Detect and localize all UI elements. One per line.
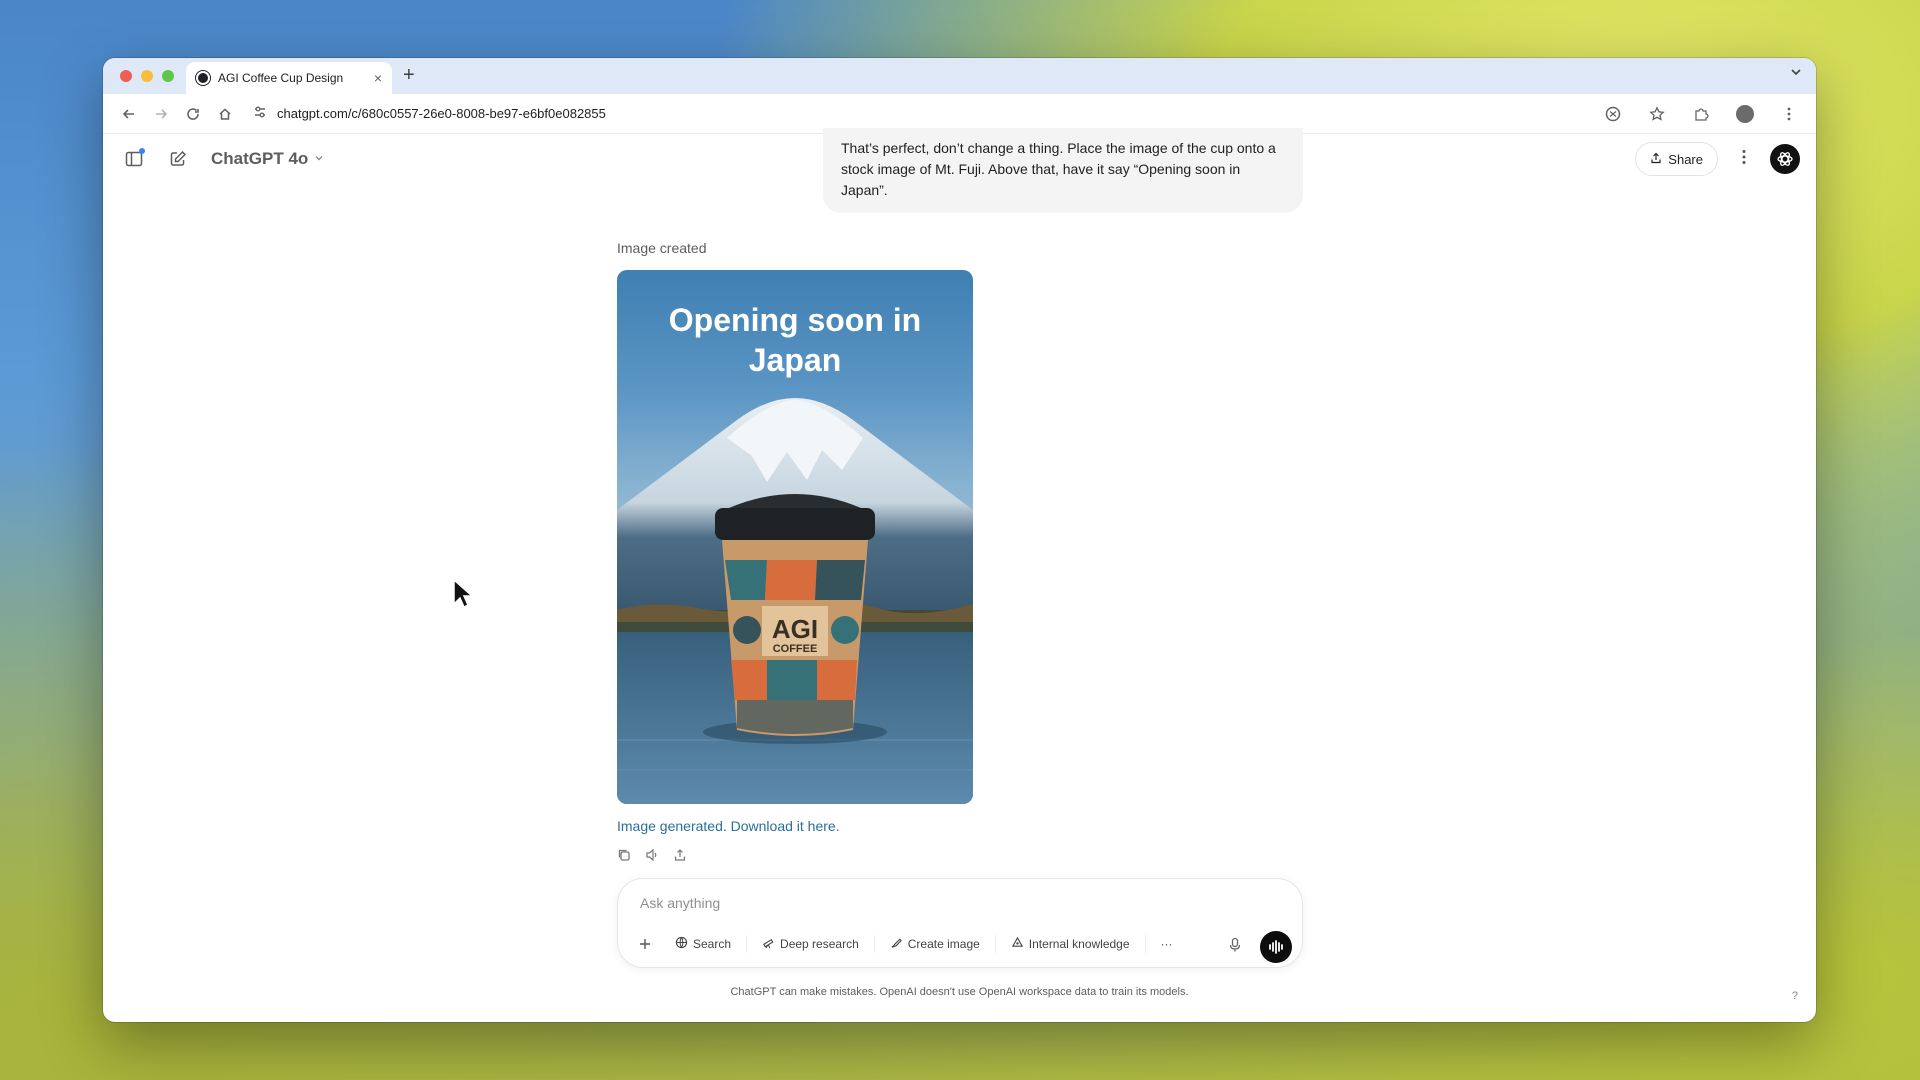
tool-divider (873, 935, 875, 953)
conversation-options-icon[interactable] (1732, 149, 1756, 170)
cup-brand-text: AGI (772, 614, 818, 644)
tool-divider (994, 935, 996, 953)
deep-research-tool-button[interactable]: Deep research (753, 929, 868, 959)
browser-toolbar-right (1596, 100, 1806, 128)
mouse-cursor-icon (452, 578, 474, 615)
openai-logo-avatar[interactable] (1770, 144, 1800, 174)
url-text: chatgpt.com/c/680c0557-26e0-8008-be97-e6… (277, 106, 606, 121)
attach-plus-button[interactable] (630, 929, 660, 959)
share-upload-icon[interactable] (671, 846, 689, 864)
telescope-icon (762, 936, 775, 952)
url-field[interactable]: chatgpt.com/c/680c0557-26e0-8008-be97-e6… (247, 99, 1596, 129)
cup-sub-text: COFFEE (773, 643, 818, 655)
internal-knowledge-tool-label: Internal knowledge (1028, 937, 1130, 951)
image-headline-line2: Japan (748, 342, 842, 378)
tab-search-chevron-icon[interactable] (1790, 66, 1802, 81)
copy-icon[interactable] (615, 846, 633, 864)
new-chat-button[interactable] (163, 144, 193, 174)
share-label: Share (1668, 151, 1703, 167)
bookmark-star-icon[interactable] (1640, 100, 1674, 128)
search-tool-button[interactable]: Search (666, 929, 741, 959)
download-link[interactable]: Image generated. Download it here. (617, 818, 840, 834)
prompt-input[interactable] (640, 891, 1260, 915)
deep-research-tool-label: Deep research (780, 937, 859, 951)
new-tab-button[interactable]: + (403, 64, 415, 87)
message-composer: Search Deep research Create image (617, 878, 1303, 968)
more-tools-button[interactable]: ··· (1151, 929, 1182, 959)
sidebar-toggle-button[interactable] (119, 144, 149, 174)
reload-icon[interactable] (177, 100, 209, 128)
maximize-window-button[interactable] (162, 70, 174, 82)
read-aloud-speaker-icon[interactable] (643, 846, 661, 864)
image-status-label: Image created (617, 240, 707, 256)
message-actions (615, 846, 689, 864)
forward-arrow-icon[interactable] (145, 100, 177, 128)
voice-waveform-icon (1269, 940, 1283, 954)
voice-mode-button[interactable] (1260, 931, 1292, 963)
profile-avatar[interactable] (1728, 100, 1762, 128)
help-button[interactable]: ? (1792, 990, 1798, 1002)
tab-title: AGI Coffee Cup Design (218, 71, 344, 85)
back-arrow-icon[interactable] (113, 100, 145, 128)
tab-close-icon[interactable]: × (374, 70, 382, 86)
generated-image[interactable]: AGI COFFEE Opening soon in Japan (617, 270, 973, 804)
chatgpt-extension-icon[interactable] (1596, 100, 1630, 128)
knowledge-icon (1011, 936, 1024, 952)
image-headline: Opening soon in Japan (617, 300, 973, 380)
disclaimer-text: ChatGPT can make mistakes. OpenAI doesn'… (730, 986, 1189, 998)
upload-icon (1650, 152, 1662, 167)
site-settings-icon[interactable] (253, 105, 267, 122)
search-tool-label: Search (693, 937, 732, 951)
internal-knowledge-tool-button[interactable]: Internal knowledge (1001, 929, 1139, 959)
create-image-tool-label: Create image (907, 937, 980, 951)
tool-divider (1144, 935, 1146, 953)
app-header-right: Share (1635, 142, 1800, 176)
create-image-tool-button[interactable]: Create image (880, 929, 989, 959)
tab-bar: AGI Coffee Cup Design × + (103, 58, 1816, 94)
image-brush-icon (890, 936, 903, 952)
home-icon[interactable] (209, 100, 241, 128)
openai-favicon-icon (196, 71, 210, 85)
window-controls (120, 70, 174, 82)
notification-dot (139, 148, 145, 154)
chatgpt-app: ChatGPT 4o Share That’s perfect, don’t c… (103, 128, 1816, 1022)
image-headline-line1: Opening soon in (668, 302, 922, 338)
minimize-window-button[interactable] (141, 70, 153, 82)
browser-window: AGI Coffee Cup Design × + chatgpt.com/c/… (103, 58, 1816, 1022)
model-selector[interactable]: ChatGPT 4o (211, 149, 324, 169)
extensions-puzzle-icon[interactable] (1684, 100, 1718, 128)
close-window-button[interactable] (120, 70, 132, 82)
chevron-down-icon (314, 153, 324, 166)
microphone-icon[interactable] (1228, 937, 1242, 958)
user-message-bubble: That’s perfect, don’t change a thing. Pl… (823, 128, 1303, 213)
composer-tools: Search Deep research Create image Intern… (630, 929, 1182, 959)
app-header-left: ChatGPT 4o (119, 144, 324, 174)
globe-icon (675, 936, 688, 952)
tool-divider (746, 935, 748, 953)
share-button[interactable]: Share (1635, 142, 1718, 176)
model-name: ChatGPT 4o (211, 149, 309, 168)
browser-menu-icon[interactable] (1772, 100, 1806, 128)
browser-tab[interactable]: AGI Coffee Cup Design × (186, 62, 392, 94)
